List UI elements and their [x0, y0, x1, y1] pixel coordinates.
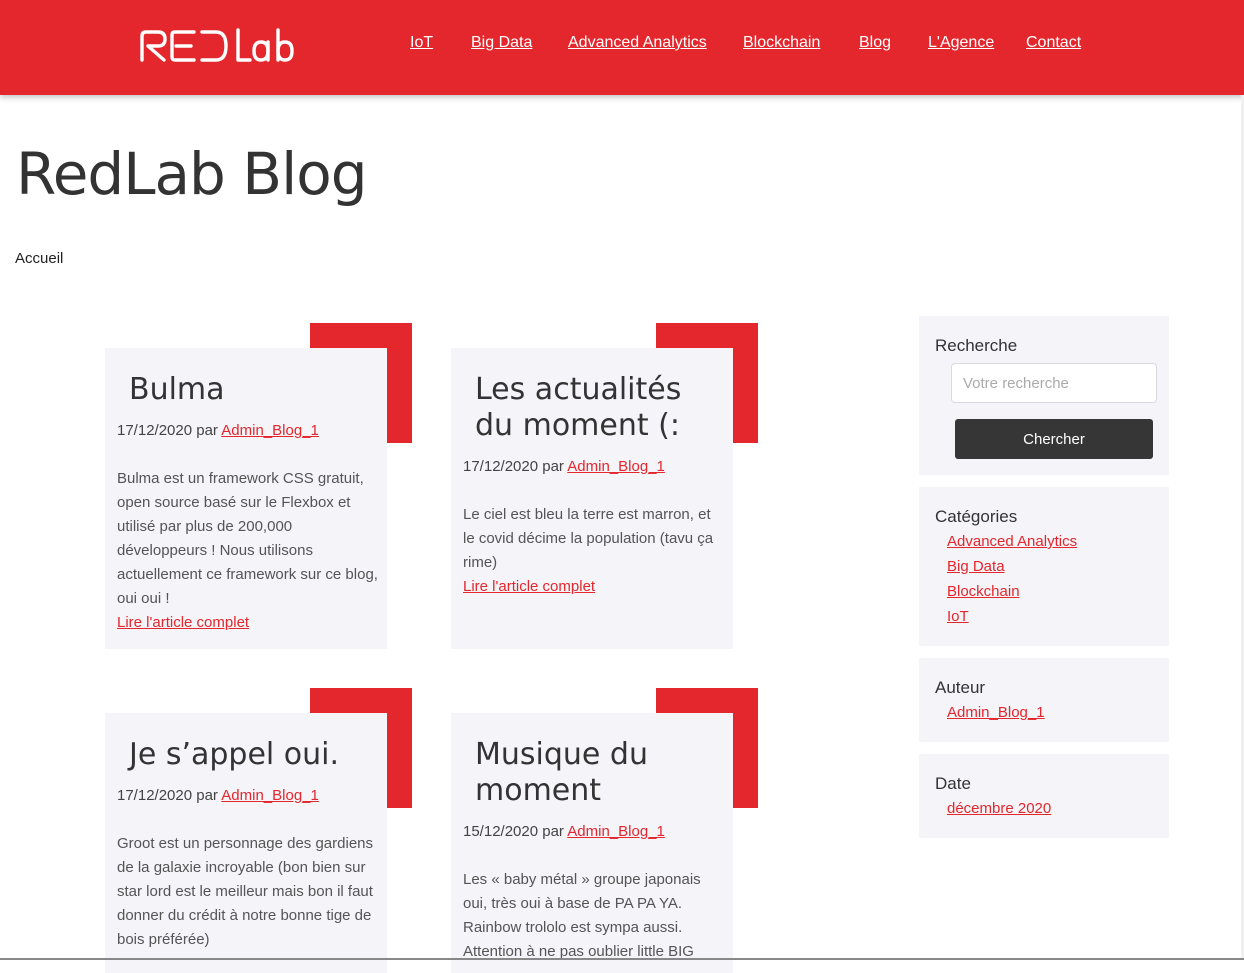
author-link[interactable]: Admin_Blog_1 — [947, 704, 1045, 721]
nav-link-blockchain[interactable]: Blockchain — [743, 34, 820, 52]
post-title[interactable]: Musique du moment — [475, 737, 695, 809]
post-title[interactable]: Bulma — [129, 372, 225, 408]
search-widget: Recherche Chercher — [919, 316, 1169, 475]
post-meta: 17/12/2020 par Admin_Blog_1 — [117, 422, 319, 439]
read-more-link[interactable]: Lire l'article complet — [463, 578, 595, 595]
nav-link-big-data[interactable]: Big Data — [471, 34, 532, 52]
nav-link-contact[interactable]: Contact — [1026, 34, 1081, 52]
post-card: Musique du moment 15/12/2020 par Admin_B… — [451, 713, 733, 973]
nav-link-iot[interactable]: IoT — [410, 34, 433, 52]
nav-link-blog[interactable]: Blog — [859, 34, 891, 52]
category-link-iot[interactable]: IoT — [947, 608, 969, 625]
category-link-blockchain[interactable]: Blockchain — [947, 583, 1020, 600]
post-by: par — [542, 458, 564, 475]
post-date: 15/12/2020 — [463, 823, 539, 840]
author-widget: Auteur Admin_Blog_1 — [919, 658, 1169, 742]
post-by: par — [196, 422, 218, 439]
post-date: 17/12/2020 — [117, 787, 193, 804]
post-author-link[interactable]: Admin_Blog_1 — [221, 787, 319, 804]
post-meta: 15/12/2020 par Admin_Blog_1 — [463, 823, 665, 840]
read-more-link[interactable]: Lire l'article complet — [117, 614, 249, 631]
search-button[interactable]: Chercher — [955, 419, 1153, 459]
author-heading: Auteur — [935, 678, 986, 697]
post-by: par — [542, 823, 564, 840]
nav-link-advanced-analytics[interactable]: Advanced Analytics — [568, 34, 707, 52]
date-widget: Date décembre 2020 — [919, 754, 1169, 838]
breadcrumb[interactable]: Accueil — [15, 250, 63, 267]
post-excerpt: Groot est un personnage des gardiens de … — [117, 835, 374, 948]
site-header: IoT Big Data Advanced Analytics Blockcha… — [0, 0, 1244, 95]
redlab-logo[interactable] — [138, 26, 313, 66]
page-title: RedLab Blog — [16, 140, 368, 208]
post-excerpt: Bulma est un framework CSS gratuit, open… — [117, 470, 378, 607]
post-author-link[interactable]: Admin_Blog_1 — [567, 458, 665, 475]
post-title[interactable]: Les actualités du moment (: — [475, 372, 695, 444]
post-title[interactable]: Je s’appel oui. — [129, 737, 339, 773]
post-by: par — [196, 787, 218, 804]
post-date: 17/12/2020 — [463, 458, 539, 475]
search-heading: Recherche — [935, 336, 1018, 355]
search-input[interactable] — [951, 363, 1157, 403]
date-link-december-2020[interactable]: décembre 2020 — [947, 800, 1051, 817]
nav-link-agence[interactable]: L'Agence — [928, 34, 994, 52]
post-author-link[interactable]: Admin_Blog_1 — [567, 823, 665, 840]
post-excerpt: Les « baby métal » groupe japonais oui, … — [463, 871, 701, 960]
post-meta: 17/12/2020 par Admin_Blog_1 — [117, 787, 319, 804]
post-card: Je s’appel oui. 17/12/2020 par Admin_Blo… — [105, 713, 387, 973]
post-meta: 17/12/2020 par Admin_Blog_1 — [463, 458, 665, 475]
post-card: Bulma 17/12/2020 par Admin_Blog_1 Bulma … — [105, 348, 387, 649]
categories-heading: Catégories — [935, 507, 1018, 526]
category-link-big-data[interactable]: Big Data — [947, 558, 1005, 575]
category-link-advanced-analytics[interactable]: Advanced Analytics — [947, 533, 1077, 550]
categories-widget: Catégories Advanced Analytics Big Data B… — [919, 487, 1169, 646]
post-excerpt: Le ciel est bleu la terre est marron, et… — [463, 506, 714, 571]
post-card: Les actualités du moment (: 17/12/2020 p… — [451, 348, 733, 649]
date-heading: Date — [935, 774, 971, 793]
post-date: 17/12/2020 — [117, 422, 193, 439]
post-author-link[interactable]: Admin_Blog_1 — [221, 422, 319, 439]
